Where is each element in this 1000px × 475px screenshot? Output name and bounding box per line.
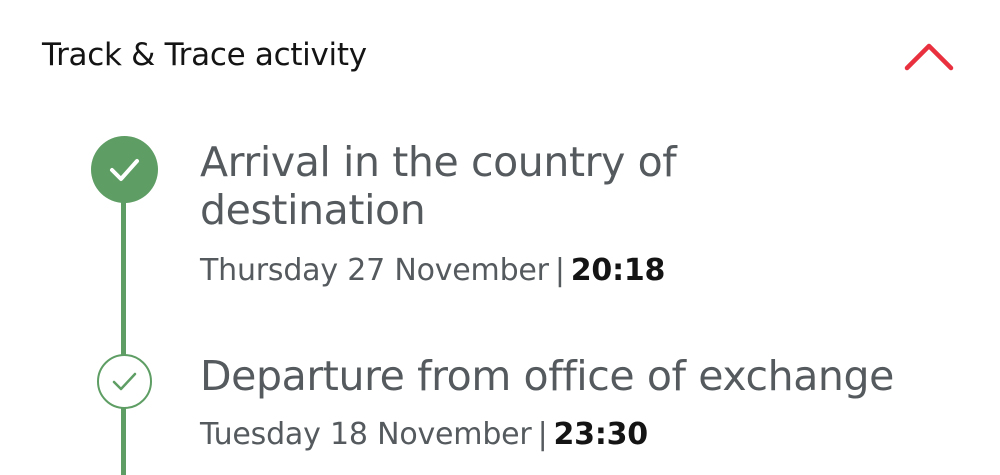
- event-datetime: Tuesday 18 November | 23:30: [200, 417, 648, 453]
- check-icon: [110, 159, 139, 181]
- event-time: 20:18: [570, 253, 666, 288]
- check-icon: [112, 372, 137, 391]
- timeline-line: [121, 170, 126, 475]
- track-trace-panel: Track & Trace activity Arrival in the co…: [0, 0, 1000, 475]
- event-date: Tuesday 18 November: [200, 417, 532, 452]
- event-status-dot: [97, 354, 152, 409]
- collapse-button[interactable]: [898, 36, 960, 80]
- event-time: 23:30: [553, 417, 648, 452]
- event-datetime: Thursday 27 November | 20:18: [200, 253, 665, 289]
- date-time-separator: |: [537, 417, 548, 452]
- event-status-dot: [91, 136, 158, 203]
- chevron-up-icon: [904, 43, 954, 71]
- date-time-separator: |: [554, 253, 565, 288]
- section-title: Track & Trace activity: [42, 37, 367, 73]
- event-date: Thursday 27 November: [200, 253, 549, 288]
- track-trace-header: Track & Trace activity: [0, 0, 1000, 110]
- event-title: Arrival in the country of destination: [200, 138, 677, 234]
- event-title: Departure from office of exchange: [200, 352, 894, 400]
